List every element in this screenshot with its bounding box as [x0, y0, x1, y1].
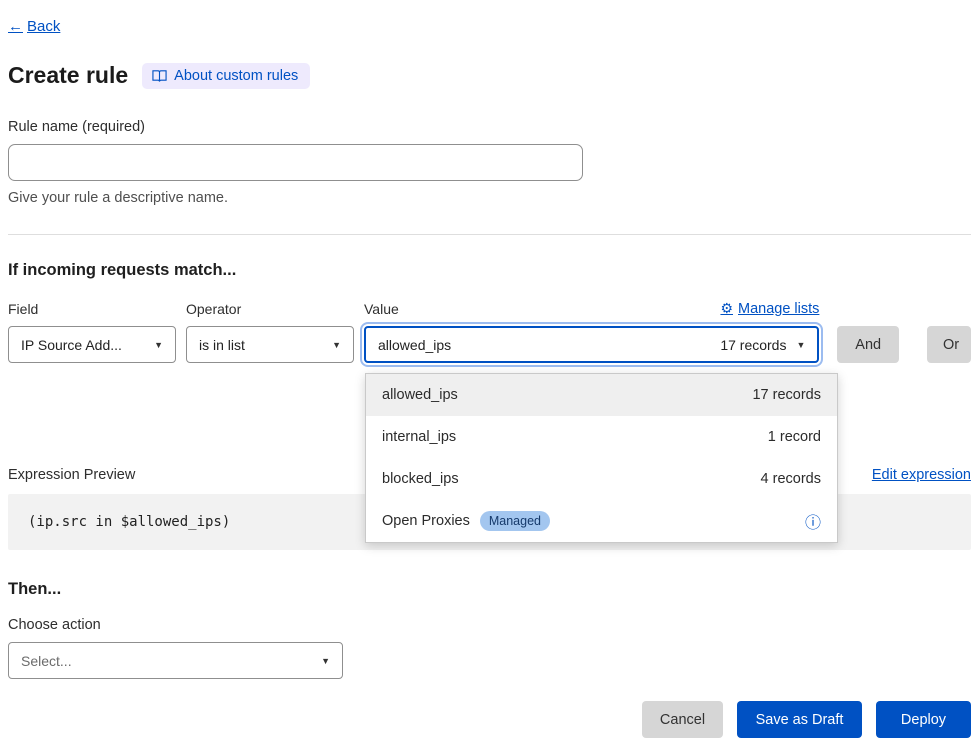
- save-as-draft-button[interactable]: Save as Draft: [737, 701, 862, 738]
- back-arrow-icon: ←: [8, 18, 23, 35]
- then-section-heading: Then...: [8, 580, 971, 599]
- list-item-left: Open Proxies Managed: [382, 511, 550, 531]
- list-item-open-proxies[interactable]: Open Proxies Managed ⓘ: [366, 500, 837, 542]
- field-label: Field: [8, 301, 176, 317]
- and-button[interactable]: And: [837, 326, 899, 363]
- deploy-button[interactable]: Deploy: [876, 701, 971, 738]
- value-select[interactable]: allowed_ips 17 records ▼: [364, 326, 819, 363]
- operator-label: Operator: [186, 301, 354, 317]
- rule-name-label: Rule name (required): [8, 119, 971, 135]
- section-divider: [8, 234, 971, 235]
- managed-badge: Managed: [480, 511, 550, 531]
- operator-column: Operator is in list ▼: [186, 301, 354, 363]
- list-item-records: 17 records: [752, 387, 821, 403]
- value-header: Value ⚙ Manage lists: [364, 300, 819, 317]
- expression-preview-label: Expression Preview: [8, 467, 135, 483]
- info-icon[interactable]: ⓘ: [805, 509, 821, 533]
- operator-select-value: is in list: [199, 337, 245, 353]
- action-select-placeholder: Select...: [21, 653, 72, 669]
- list-item-name: allowed_ips: [382, 387, 458, 403]
- match-condition-row: Field IP Source Add... ▼ Operator is in …: [8, 300, 971, 363]
- value-column: Value ⚙ Manage lists allowed_ips 17 recor…: [364, 300, 819, 363]
- field-select[interactable]: IP Source Add... ▼: [8, 326, 176, 363]
- footer-actions: Cancel Save as Draft Deploy: [8, 701, 971, 738]
- list-item-allowed-ips[interactable]: allowed_ips 17 records: [366, 374, 837, 416]
- title-row: Create rule About custom rules: [8, 62, 971, 89]
- match-section-heading: If incoming requests match...: [8, 261, 971, 280]
- list-item-name: blocked_ips: [382, 471, 459, 487]
- create-rule-page: ←Back Create rule About custom rules Rul…: [0, 0, 979, 739]
- list-item-internal-ips[interactable]: internal_ips 1 record: [366, 416, 837, 458]
- chevron-down-icon: ▼: [796, 340, 805, 350]
- edit-expression-link[interactable]: Edit expression: [872, 467, 971, 483]
- page-title: Create rule: [8, 62, 128, 89]
- action-select[interactable]: Select... ▼: [8, 642, 343, 679]
- choose-action-label: Choose action: [8, 617, 971, 633]
- value-label: Value: [364, 301, 399, 317]
- back-link[interactable]: ←Back: [8, 18, 60, 35]
- field-column: Field IP Source Add... ▼: [8, 301, 176, 363]
- book-icon: [152, 69, 167, 83]
- field-select-value: IP Source Add...: [21, 337, 122, 353]
- gear-icon: ⚙: [720, 300, 733, 317]
- value-select-value: allowed_ips: [378, 337, 451, 353]
- cancel-button[interactable]: Cancel: [642, 701, 723, 738]
- chevron-down-icon: ▼: [332, 340, 341, 350]
- manage-lists-link[interactable]: ⚙ Manage lists: [720, 300, 819, 317]
- rule-name-help: Give your rule a descriptive name.: [8, 190, 971, 206]
- operator-select[interactable]: is in list ▼: [186, 326, 354, 363]
- manage-lists-label: Manage lists: [738, 301, 819, 317]
- rule-name-input[interactable]: [8, 144, 583, 181]
- chevron-down-icon: ▼: [154, 340, 163, 350]
- list-item-name: Open Proxies: [382, 513, 470, 529]
- chevron-down-icon: ▼: [321, 656, 330, 666]
- list-item-name: internal_ips: [382, 429, 456, 445]
- list-item-records: 4 records: [761, 471, 821, 487]
- list-item-blocked-ips[interactable]: blocked_ips 4 records: [366, 458, 837, 500]
- value-select-records: 17 records: [720, 337, 786, 353]
- list-item-records: 1 record: [768, 429, 821, 445]
- back-label: Back: [27, 18, 60, 35]
- value-select-right: 17 records ▼: [720, 337, 805, 353]
- list-dropdown: allowed_ips 17 records internal_ips 1 re…: [365, 373, 838, 543]
- about-badge-label: About custom rules: [174, 68, 298, 84]
- about-custom-rules-link[interactable]: About custom rules: [142, 63, 310, 89]
- or-button[interactable]: Or: [927, 326, 971, 363]
